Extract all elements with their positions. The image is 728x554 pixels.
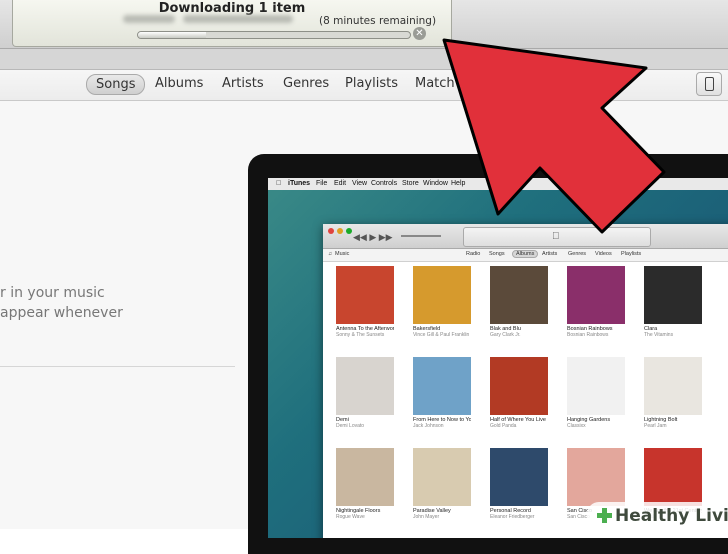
minimize-window-icon xyxy=(337,228,343,234)
album-artist: Rogue Wave xyxy=(336,514,365,520)
inner-tab-albums: Albums xyxy=(512,250,539,258)
album-cover xyxy=(413,357,471,415)
album-tile: Half of Where You Live Gold Panda xyxy=(490,357,548,429)
album-cover xyxy=(644,357,702,415)
album-cover xyxy=(490,266,548,324)
inner-tab-radio: Radio xyxy=(466,251,481,257)
album-cover xyxy=(644,266,702,324)
itunes-window: ◀◀ ▶ ▶▶  ♫ Music Radio Songs Albums Art… xyxy=(323,224,728,538)
album-cover xyxy=(567,448,625,506)
top-toolbar: Downloading 1 item (8 minutes remaining)… xyxy=(0,0,728,49)
album-tile: Blak and Blu Gary Clark Jr. xyxy=(490,266,548,338)
album-artist: Vince Gill & Paul Franklin xyxy=(413,332,470,338)
album-tile: Bosnian Rainbows Bosnian Rainbows xyxy=(567,266,625,338)
menu-itunes: iTunes xyxy=(288,180,311,187)
album-tile: Paradise Valley John Mayer xyxy=(413,448,471,520)
album-cover xyxy=(644,448,702,506)
album-tile: Demi Demi Lovato xyxy=(336,357,394,429)
album-artist: The Vitamins xyxy=(644,332,674,338)
album-artist: Demi Lovato xyxy=(336,423,365,429)
album-cover xyxy=(490,448,548,506)
album-tile: Clara The Vitamins xyxy=(644,266,702,338)
tab-genres[interactable]: Genres xyxy=(283,76,329,91)
plus-cross-icon xyxy=(597,508,612,523)
menu-controls: Controls xyxy=(371,180,398,187)
itunes-toolbar: ◀◀ ▶ ▶▶  xyxy=(323,224,728,249)
album-artist: Classixx xyxy=(567,423,586,429)
inner-tab-videos: Videos xyxy=(595,251,612,257)
tab-playlists[interactable]: Playlists xyxy=(345,76,398,91)
album-artist: Pearl Jam xyxy=(644,423,667,429)
close-icon: ✕ xyxy=(415,28,424,39)
divider xyxy=(0,366,235,367)
album-tile: Nightingale Floors Rogue Wave xyxy=(336,448,394,520)
inner-tab-artists: Artists xyxy=(542,251,558,257)
tab-artists[interactable]: Artists xyxy=(222,76,264,91)
tab-albums[interactable]: Albums xyxy=(155,76,203,91)
album-tile: Lightning Bolt Pearl Jam xyxy=(644,357,702,429)
playback-controls-icon: ◀◀ ▶ ▶▶ xyxy=(353,232,393,242)
inner-tab-playlists: Playlists xyxy=(621,251,642,257)
album-tile: Hanging Gardens Classixx xyxy=(567,357,625,429)
toolbar-strip xyxy=(0,49,728,70)
album-artist: Bosnian Rainbows xyxy=(567,332,609,338)
download-progress-fill xyxy=(138,32,206,38)
album-artist: Gary Clark Jr. xyxy=(490,332,521,338)
menu-view: View xyxy=(352,180,368,187)
album-cover xyxy=(413,448,471,506)
empty-state-text: r in your music xyxy=(0,285,105,301)
album-cover xyxy=(336,357,394,415)
album-tile: From Here to Now to You Jack Johnson xyxy=(413,357,471,429)
watermark-text: Healthy Living xyxy=(615,506,728,526)
menu-help: Help xyxy=(451,180,466,187)
itunes-nav: ♫ Music Radio Songs Albums Artists Genre… xyxy=(323,249,728,262)
album-artist: Eleanor Friedberger xyxy=(490,514,535,520)
tab-songs[interactable]: Songs xyxy=(86,74,146,95)
album-tile: Bakersfield Vince Gill & Paul Franklin xyxy=(413,266,471,338)
status-display: Downloading 1 item (8 minutes remaining)… xyxy=(12,0,452,47)
inner-tab-songs: Songs xyxy=(489,251,505,257)
album-artist: John Mayer xyxy=(413,514,440,520)
album-cover xyxy=(413,266,471,324)
blurred-text xyxy=(183,15,293,23)
download-title: Downloading 1 item xyxy=(158,1,306,16)
album-tile: Personal Record Eleanor Friedberger xyxy=(490,448,548,520)
zoom-window-icon xyxy=(346,228,352,234)
download-remaining: (8 minutes remaining) xyxy=(319,15,437,27)
album-cover xyxy=(567,357,625,415)
download-progress-bar xyxy=(137,31,411,39)
iphone-icon xyxy=(705,77,714,91)
album-cover xyxy=(567,266,625,324)
apple-menu-icon:  xyxy=(276,180,281,187)
volume-slider xyxy=(401,235,441,237)
album-cover xyxy=(490,357,548,415)
album-tile: Antenna To the Afterwor… Sonny & The Suns… xyxy=(336,266,394,338)
watermark: Healthy Living xyxy=(587,502,728,529)
menu-edit: Edit xyxy=(334,180,347,187)
album-artist: Jack Johnson xyxy=(413,423,444,429)
mac-menubar:  iTunes File Edit View Controls Store W… xyxy=(268,178,728,190)
album-cover xyxy=(336,448,394,506)
itunes-status-display:  xyxy=(463,227,651,247)
empty-state-text: appear whenever xyxy=(0,305,123,321)
music-note-icon: ♫ xyxy=(328,251,333,257)
close-window-icon xyxy=(328,228,334,234)
album-artist: Sonny & The Sunsets xyxy=(336,332,385,338)
blurred-text xyxy=(123,15,175,23)
inner-tab-genres: Genres xyxy=(568,251,587,257)
tab-match[interactable]: Match xyxy=(415,76,455,91)
menu-store: Store xyxy=(402,180,419,187)
cancel-download-button[interactable]: ✕ xyxy=(413,27,426,40)
laptop-screen:  iTunes File Edit View Controls Store W… xyxy=(268,178,728,538)
library-selector: Music xyxy=(335,251,350,257)
menu-file: File xyxy=(316,180,328,187)
album-artist: Gold Panda xyxy=(490,423,517,429)
menu-window: Window xyxy=(423,180,448,187)
album-cover xyxy=(336,266,394,324)
library-nav: Songs Albums Artists Genres Playlists Ma… xyxy=(0,70,728,101)
apple-logo-icon:  xyxy=(552,231,560,242)
device-button[interactable] xyxy=(696,72,722,96)
